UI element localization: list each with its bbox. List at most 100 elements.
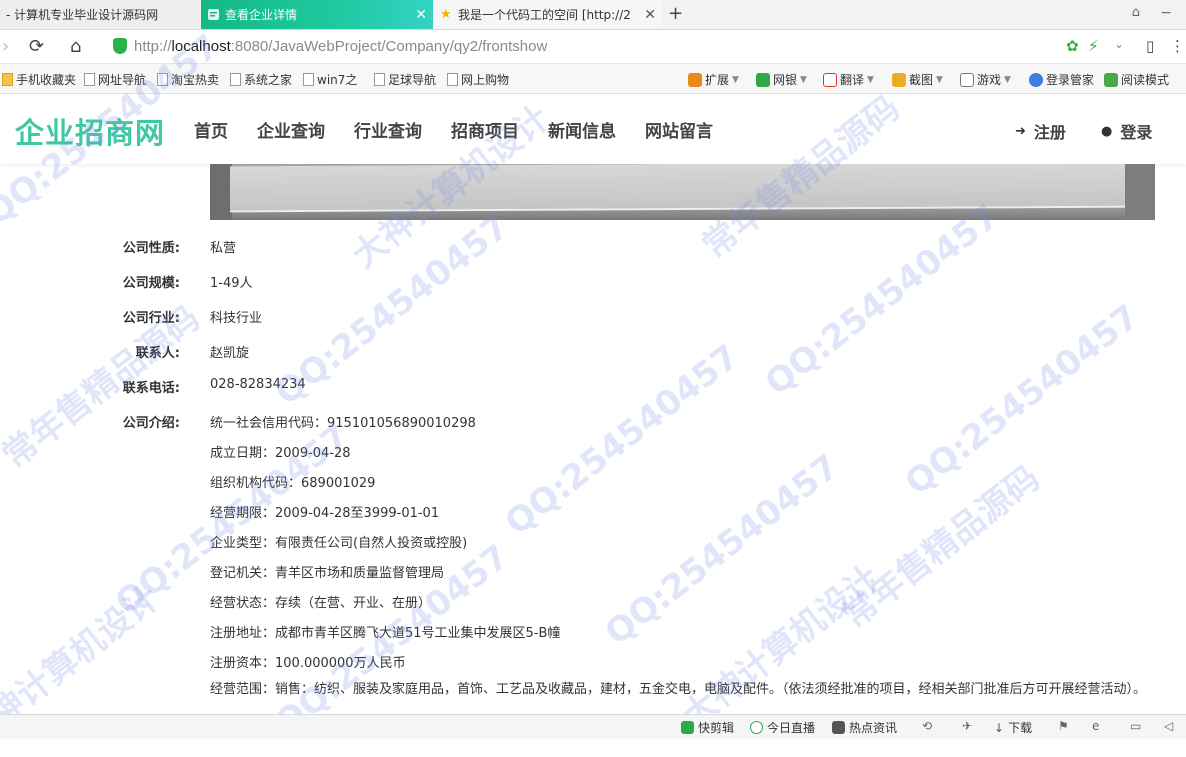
toolbar-screenshot[interactable]: 截图 ▼ <box>892 71 943 88</box>
toolbar-label: 截图 <box>909 73 934 87</box>
field-value: 赵凯旋 <box>210 346 250 361</box>
home-icon[interactable]: ⌂ <box>70 36 81 57</box>
field-label: 公司规模: <box>122 276 180 291</box>
page-icon <box>303 73 314 86</box>
bookmark-shopping[interactable]: 网上购物 <box>447 71 509 88</box>
lightning-icon[interactable]: ⚡ <box>1088 37 1099 55</box>
nav-home[interactable]: 首页 <box>194 117 228 142</box>
browser-tab-blog[interactable]: ★ 我是一个代码工的空间 [http://2 ✕ <box>434 0 662 29</box>
mobile-icon[interactable]: ▯ <box>1146 37 1154 55</box>
page-icon <box>157 73 168 86</box>
window-minimize-icon[interactable]: − <box>1160 5 1172 21</box>
user-icon: ● <box>1101 123 1113 139</box>
shirt-skin-icon[interactable]: ⌂ <box>1132 5 1140 20</box>
close-tab-icon[interactable]: ✕ <box>409 7 427 23</box>
field-value: 1-49人 <box>210 276 253 291</box>
bookmark-url-nav[interactable]: 网址导航 <box>84 71 146 88</box>
sign-in-icon: ➜ <box>1015 123 1026 139</box>
book-icon <box>1104 72 1118 87</box>
bank-icon <box>756 72 770 87</box>
browser-tab-source-site[interactable]: - 计算机专业毕业设计源码网 <box>0 0 200 29</box>
browser-tab-strip: - 计算机专业毕业设计源码网 查看企业详情 ✕ ★ 我是一个代码工的空间 [ht… <box>0 0 1186 30</box>
download-icon: ↓ <box>994 720 1005 735</box>
company-photo <box>210 164 1155 220</box>
chevron-down-icon: ▼ <box>732 74 739 85</box>
bookmark-label: 手机收藏夹 <box>16 73 77 87</box>
register-link[interactable]: ➜ 注册 <box>1015 119 1066 143</box>
watermark: QQ:254540457 <box>497 336 747 544</box>
watermark: 常年售精品源码 <box>835 458 1048 637</box>
toolbar-games[interactable]: 游戏 ▼ <box>960 71 1011 88</box>
url-field[interactable]: http://localhost:8080/JavaWebProject/Com… <box>134 38 547 55</box>
flag-icon[interactable]: ⚑ <box>1058 719 1069 733</box>
play-icon <box>681 721 694 734</box>
field-value: 科技行业 <box>210 311 263 326</box>
url-host: localhost <box>171 38 231 55</box>
bookmark-label: 网上购物 <box>461 73 510 87</box>
toolbar-extensions[interactable]: 扩展 ▼ <box>688 71 739 88</box>
bookmark-system-home[interactable]: 系统之家 <box>230 71 292 88</box>
watermark: QQ:254540457 <box>757 196 1007 404</box>
extensions-icon <box>688 72 702 87</box>
nav-industry-search[interactable]: 行业查询 <box>354 117 422 142</box>
bookmark-win7[interactable]: win7之 <box>303 71 357 88</box>
chevron-down-icon: ▼ <box>800 74 807 85</box>
site-logo[interactable]: 企业招商网 <box>15 110 165 152</box>
field-label: 联系电话: <box>122 381 180 396</box>
history-icon[interactable]: ⟲ <box>922 719 932 733</box>
speed-mode-icon[interactable]: ✿ <box>1066 37 1079 55</box>
url-path: :8080/JavaWebProject/Company/qy2/frontsh… <box>230 38 548 55</box>
ie-icon[interactable]: e <box>1092 719 1099 733</box>
browser-status-bar: 快剪辑 今日直播 热点资讯 ⟲ ✈ ↓ 下载 ⚑ e ▭ ◁ <box>0 714 1186 739</box>
new-tab-button[interactable]: + <box>668 3 683 24</box>
news-icon <box>832 721 845 734</box>
login-link[interactable]: ● 登录 <box>1101 119 1152 143</box>
pin-icon[interactable]: ✈ <box>962 719 972 733</box>
chevron-down-icon: ▼ <box>936 74 943 85</box>
gamepad-icon <box>960 72 974 87</box>
address-dropdown-icon[interactable]: ⌄ <box>1114 37 1124 51</box>
nav-news[interactable]: 新闻信息 <box>548 117 616 142</box>
browser-tab-company-detail[interactable]: 查看企业详情 ✕ <box>201 0 433 29</box>
status-download[interactable]: ↓ 下载 <box>994 719 1032 736</box>
toolbar-translate[interactable]: 翻译 ▼ <box>823 71 874 88</box>
page-icon <box>374 73 385 86</box>
back-icon[interactable]: › <box>2 36 9 57</box>
reload-icon[interactable]: ⟳ <box>29 36 44 57</box>
toolbar-label: 扩展 <box>705 73 730 87</box>
toolbar-bank[interactable]: 网银 ▼ <box>756 71 807 88</box>
more-icon[interactable]: ⋮ <box>1170 37 1185 55</box>
translate-icon <box>823 72 837 87</box>
intro-line: 登记机关：青羊区市场和质量监督管理局 <box>210 566 445 581</box>
main-nav: 首页 企业查询 行业查询 招商项目 新闻信息 网站留言 <box>194 117 742 142</box>
status-live[interactable]: 今日直播 <box>750 719 815 736</box>
bookmark-label: 系统之家 <box>244 73 293 87</box>
toolbar-login-manager[interactable]: 登录管家 <box>1029 71 1094 88</box>
register-label: 注册 <box>1033 123 1066 142</box>
intro-line: 统一社会信用代码：915101056890010298 <box>210 416 476 431</box>
nav-projects[interactable]: 招商项目 <box>451 117 519 142</box>
window-icon[interactable]: ▭ <box>1130 719 1141 733</box>
page-icon <box>447 73 458 86</box>
nav-message-board[interactable]: 网站留言 <box>645 117 713 142</box>
field-value: 私营 <box>210 241 237 256</box>
volume-icon[interactable]: ◁ <box>1164 719 1173 733</box>
intro-line: 注册资本：100.000000万人民币 <box>210 656 406 671</box>
toolbar-reading-mode[interactable]: 阅读模式 <box>1104 71 1169 88</box>
field-value: 028-82834234 <box>210 377 306 392</box>
status-label: 下载 <box>1008 721 1033 735</box>
bookmark-label: win7之 <box>317 73 358 87</box>
live-icon <box>750 721 763 734</box>
intro-line: 经营期限：2009-04-28至3999-01-01 <box>210 506 440 521</box>
status-hot-news[interactable]: 热点资讯 <box>832 719 897 736</box>
url-prefix: http:// <box>134 38 172 55</box>
bookmark-mobile-favorites[interactable]: 手机收藏夹 <box>2 71 76 88</box>
bookmark-football[interactable]: 足球导航 <box>374 71 436 88</box>
status-quick-edit[interactable]: 快剪辑 <box>681 719 734 736</box>
page-icon <box>230 73 241 86</box>
bookmark-taobao[interactable]: 淘宝热卖 <box>157 71 219 88</box>
nav-company-search[interactable]: 企业查询 <box>257 117 325 142</box>
security-shield-icon <box>113 38 127 54</box>
close-tab-icon[interactable]: ✕ <box>638 7 656 23</box>
toolbar-label: 阅读模式 <box>1121 73 1170 87</box>
